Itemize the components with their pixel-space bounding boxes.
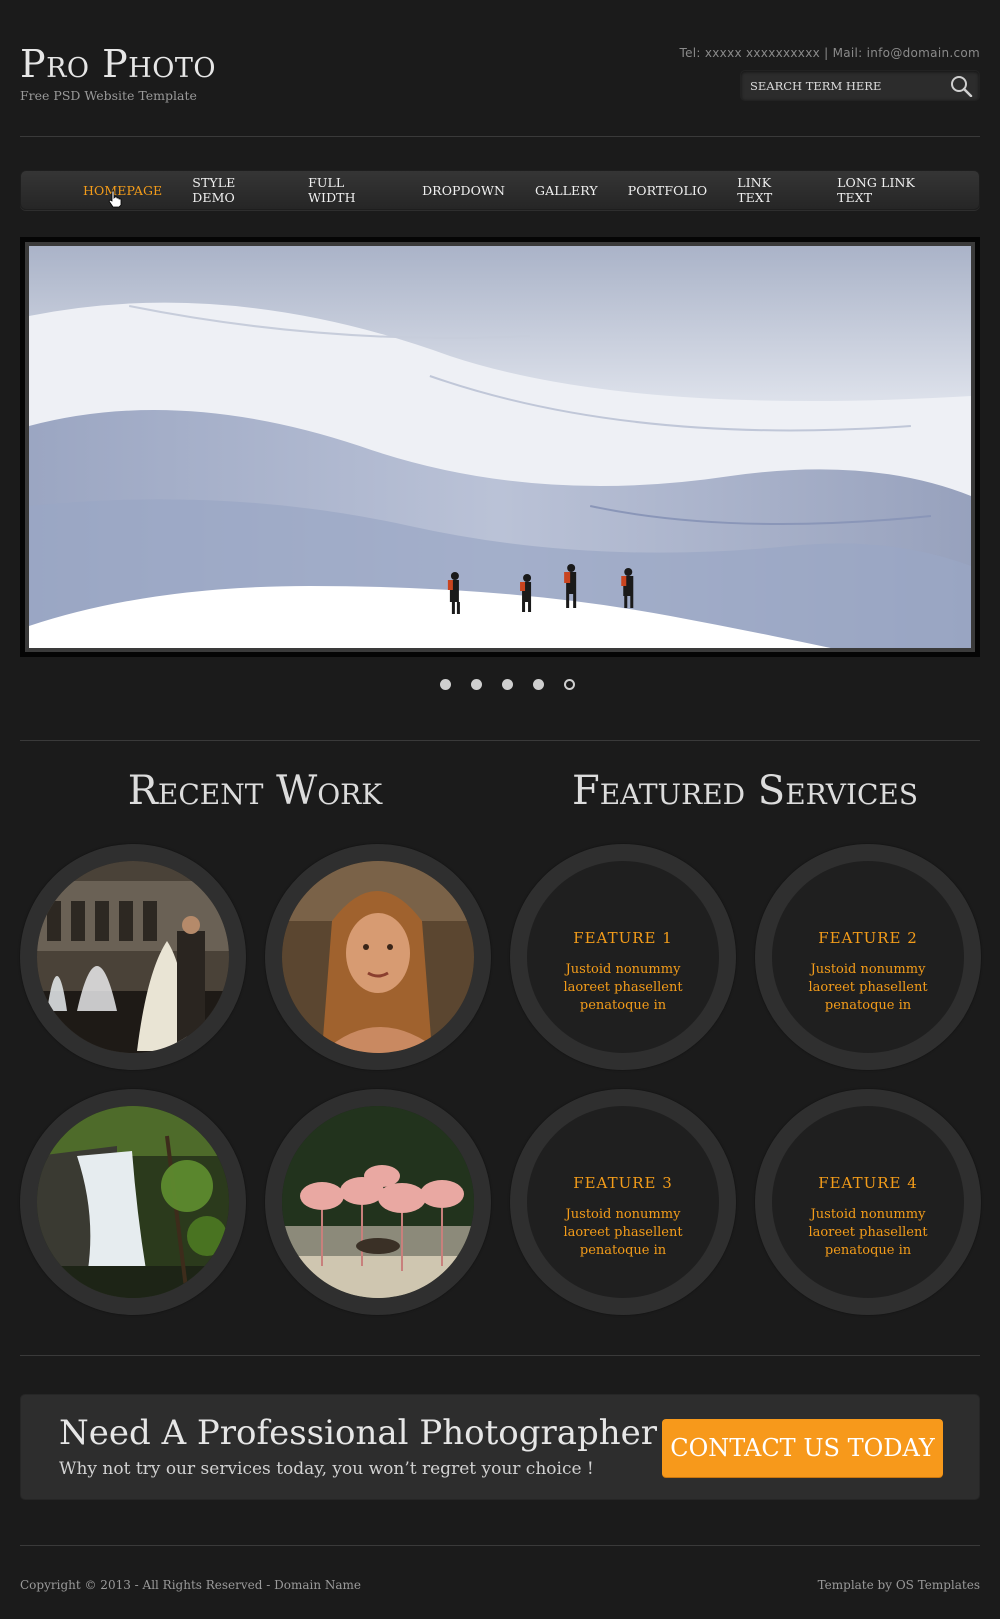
cta-title: Need A Professional Photographer ? xyxy=(59,1413,687,1453)
nav-item-dropdown[interactable]: DROPDOWN xyxy=(422,183,505,198)
contact-us-button[interactable]: CONTACT US TODAY xyxy=(662,1419,943,1477)
nav-item-portfolio[interactable]: PORTFOLIO xyxy=(628,183,708,198)
feature-card-3[interactable]: FEATURE 3 Justoid nonummy laoreet phasel… xyxy=(510,1089,736,1315)
slider-dot-3[interactable] xyxy=(502,679,513,690)
cta-subtitle: Why not try our services today, you won’… xyxy=(59,1459,594,1479)
feature-title: FEATURE 1 xyxy=(573,929,673,947)
slider-dot-5[interactable] xyxy=(564,679,575,690)
nav-item-full-width[interactable]: FULL WIDTH xyxy=(308,175,392,205)
nav-item-gallery[interactable]: GALLERY xyxy=(535,183,598,198)
slide-image xyxy=(25,242,975,652)
contact-info: Tel: xxxxx xxxxxxxxxx | Mail: info@domai… xyxy=(679,46,980,60)
wedding-fountain-image xyxy=(37,861,229,1053)
nav-item-long-link-text[interactable]: LONG LINK TEXT xyxy=(837,175,949,205)
flamingos-image xyxy=(282,1106,474,1298)
portrait-woman-image xyxy=(282,861,474,1053)
site-title[interactable]: Pro Photo xyxy=(20,42,216,86)
recent-work-item[interactable] xyxy=(265,844,491,1070)
recent-work-item[interactable] xyxy=(265,1089,491,1315)
divider xyxy=(20,740,980,741)
featured-services-heading: Featured Services xyxy=(571,768,919,814)
feature-title: FEATURE 2 xyxy=(818,929,918,947)
footer-copyright: Copyright © 2013 - All Rights Reserved -… xyxy=(20,1578,362,1592)
feature-text: Justoid nonummy laoreet phasellent penat… xyxy=(808,1207,928,1258)
search-icon xyxy=(951,76,973,98)
nav-item-style-demo[interactable]: STYLE DEMO xyxy=(192,175,278,205)
search-button[interactable] xyxy=(949,75,973,98)
site-tagline: Free PSD Website Template xyxy=(20,88,197,103)
feature-text: Justoid nonummy laoreet phasellent penat… xyxy=(808,962,928,1013)
feature-card-4[interactable]: FEATURE 4 Justoid nonummy laoreet phasel… xyxy=(755,1089,981,1315)
divider xyxy=(20,1355,980,1356)
feature-text: Justoid nonummy laoreet phasellent penat… xyxy=(563,962,683,1013)
slider-dot-4[interactable] xyxy=(533,679,544,690)
feature-title: FEATURE 4 xyxy=(818,1174,918,1192)
cta-panel: Need A Professional Photographer ? Why n… xyxy=(20,1394,980,1500)
search-box xyxy=(740,70,980,101)
recent-work-item[interactable] xyxy=(20,844,246,1070)
feature-card-2[interactable]: FEATURE 2 Justoid nonummy laoreet phasel… xyxy=(755,844,981,1070)
divider xyxy=(20,1545,980,1546)
slider-pagination xyxy=(440,679,595,690)
image-slider[interactable] xyxy=(20,237,980,657)
slider-dot-2[interactable] xyxy=(471,679,482,690)
hand-cursor-icon xyxy=(108,190,122,208)
divider xyxy=(20,136,980,137)
snow-mountain-hikers-image xyxy=(29,246,971,648)
search-input[interactable] xyxy=(741,71,941,100)
recent-work-heading: Recent Work xyxy=(127,768,383,814)
feature-card-1[interactable]: FEATURE 1 Justoid nonummy laoreet phasel… xyxy=(510,844,736,1070)
slider-dot-1[interactable] xyxy=(440,679,451,690)
recent-work-item[interactable] xyxy=(20,1089,246,1315)
nav-item-homepage[interactable]: HOMEPAGE xyxy=(83,183,162,198)
feature-title: FEATURE 3 xyxy=(573,1174,673,1192)
main-nav: HOMEPAGE STYLE DEMO FULL WIDTH DROPDOWN … xyxy=(20,170,980,210)
waterfall-image xyxy=(37,1106,229,1298)
footer-credit-link[interactable]: Template by OS Templates xyxy=(818,1578,980,1592)
nav-item-link-text[interactable]: LINK TEXT xyxy=(737,175,807,205)
feature-text: Justoid nonummy laoreet phasellent penat… xyxy=(563,1207,683,1258)
